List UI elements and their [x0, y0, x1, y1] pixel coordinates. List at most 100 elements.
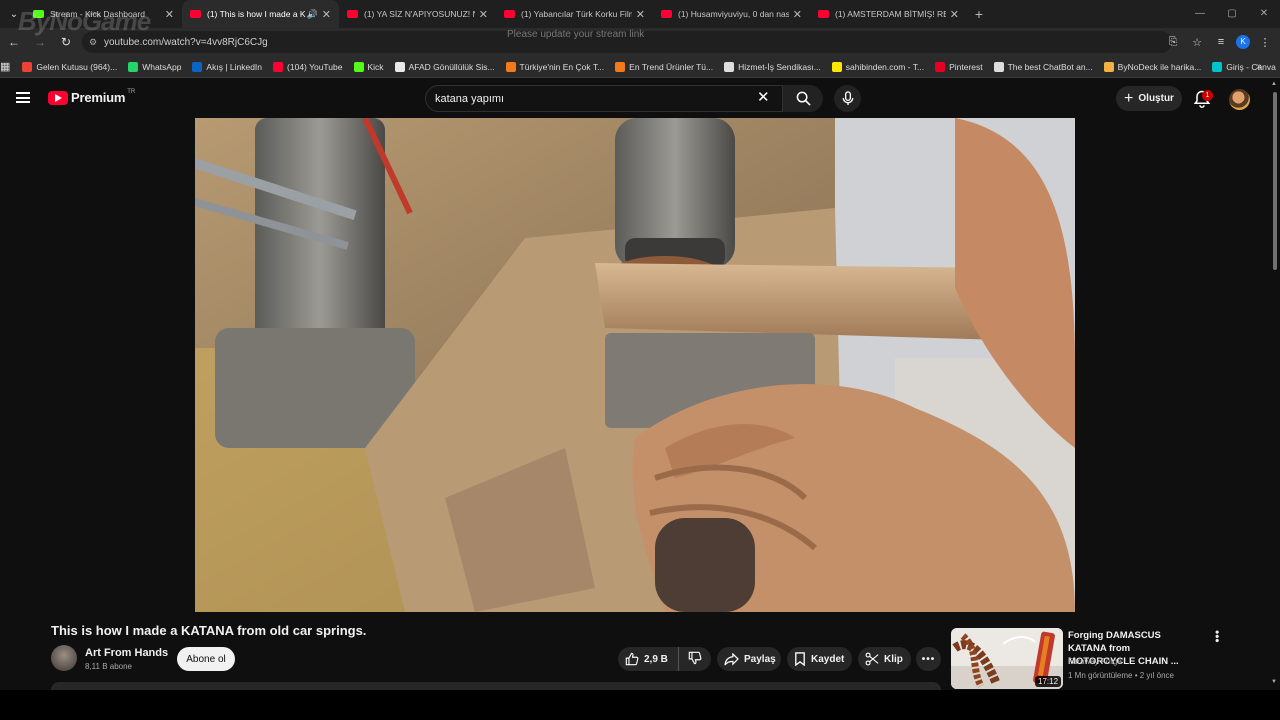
create-button[interactable]: + Oluştur [1116, 86, 1182, 111]
account-avatar[interactable] [1229, 89, 1250, 110]
bookmark-star-icon[interactable]: ☆ [1188, 36, 1206, 49]
search-input[interactable]: katana yapımı [425, 85, 783, 112]
close-tab-icon[interactable]: ✕ [479, 8, 488, 21]
voice-search-button[interactable] [834, 85, 861, 112]
bookmark-item[interactable]: Türkiye'nin En Çok T... [505, 61, 605, 72]
bookmark-label: Akış | LinkedIn [206, 61, 263, 72]
bookmark-favicon-icon [935, 61, 946, 72]
dislike-button[interactable] [679, 651, 702, 668]
site-info-icon[interactable]: ⚙ [89, 37, 97, 48]
speaker-icon[interactable]: 🔊 [307, 9, 318, 20]
brand-label: Premium [71, 90, 126, 105]
new-tab-button[interactable]: + [967, 6, 991, 22]
share-label: Paylaş [744, 653, 776, 665]
bookmark-item[interactable]: Akış | LinkedIn [192, 61, 263, 72]
bookmark-item[interactable]: The best ChatBot an... [993, 61, 1093, 72]
bookmark-label: Türkiye'nin En Çok T... [519, 61, 605, 72]
recommended-channel[interactable]: Faraway Forge [1068, 657, 1122, 666]
url-field[interactable]: ⚙ youtube.com/watch?v=4vv8RjC6CJg Please… [82, 29, 1172, 53]
maximize-icon[interactable]: ▢ [1216, 0, 1248, 28]
recommended-meta: 1 Mn görüntüleme • 2 yıl önce [1068, 671, 1174, 680]
browser-tab[interactable]: (1) Yabancılar Türk Korku Filmle ✕ [496, 0, 653, 28]
browser-tab[interactable]: (1) Husamviyuviyu, 0 dan nası b ✕ [653, 0, 810, 28]
taskbar-strip [0, 690, 1280, 720]
bookmark-item[interactable]: Pinterest [935, 61, 983, 72]
bookmark-favicon-icon [505, 61, 516, 72]
profile-avatar-icon[interactable]: K [1236, 35, 1250, 49]
close-tab-icon[interactable]: ✕ [636, 8, 645, 21]
browser-tab[interactable]: (1) AMSTERDAM BİTMİŞ! RED L ✕ [810, 0, 967, 28]
clear-search-icon[interactable]: ✕ [757, 90, 770, 105]
bookmark-item[interactable]: AFAD Gönüllülük Sis... [394, 61, 495, 72]
minimize-icon[interactable]: — [1184, 0, 1216, 28]
bookmark-label: En Trend Ürünler Tü... [629, 61, 714, 72]
description-box[interactable] [51, 682, 941, 690]
more-horizontal-icon: ••• [921, 653, 936, 665]
scissors-icon [865, 652, 879, 666]
bookmark-label: Pinterest [949, 61, 983, 72]
notification-count-badge: 1 [1202, 90, 1213, 101]
tab-title: (1) Yabancılar Türk Korku Filmle [521, 9, 632, 19]
share-button[interactable]: Paylaş [717, 647, 781, 671]
bookmark-label: Gelen Kutusu (964)... [36, 61, 118, 72]
channel-name[interactable]: Art From Hands [85, 647, 168, 659]
more-bookmarks-icon[interactable]: » [1256, 61, 1262, 72]
more-actions-button[interactable]: ••• [916, 647, 941, 671]
create-label: Oluştur [1138, 93, 1174, 104]
browser-menu-icon[interactable]: ⋮ [1256, 36, 1274, 49]
close-tab-icon[interactable]: ✕ [165, 8, 174, 21]
channel-avatar[interactable] [51, 645, 77, 671]
bookmark-icon [795, 652, 805, 666]
youtube-header: Premium TR katana yapımı ✕ + Oluştur [0, 78, 1280, 118]
youtube-favicon-icon [818, 10, 829, 18]
bookmark-label: Giriş - Canva [1226, 61, 1276, 72]
youtube-favicon-icon [504, 10, 515, 18]
bookmark-item[interactable]: ByNoDeck ile harika... [1103, 61, 1201, 72]
bookmark-item[interactable]: sahibinden.com - T... [831, 61, 924, 72]
reading-list-icon[interactable]: ≡ [1212, 36, 1230, 48]
close-window-icon[interactable]: ✕ [1248, 0, 1280, 28]
browser-tab[interactable]: (1) YA SİZ N'APIYOSUNUZ! NET ✕ [339, 0, 496, 28]
scroll-down-arrow-icon[interactable]: ▼ [1271, 679, 1277, 685]
bookmark-item[interactable]: WhatsApp [128, 61, 181, 72]
install-app-icon[interactable]: ⎘ [1164, 36, 1182, 49]
tab-list: Stream - Kick Dashboard ✕ (1) This is how … [25, 0, 967, 28]
subscribe-button[interactable]: Abone ol [177, 647, 235, 671]
scroll-up-arrow-icon[interactable]: ▲ [1271, 81, 1277, 87]
search-icon [796, 91, 811, 106]
page-scrollbar[interactable] [1270, 78, 1280, 690]
bookmark-item[interactable]: Giriş - Canva [1212, 61, 1276, 72]
bookmark-item[interactable]: (104) YouTube [273, 61, 343, 72]
youtube-logo[interactable]: Premium TR [48, 88, 136, 105]
address-bar-row: ← → ↻ ⚙ youtube.com/watch?v=4vv8RjC6CJg … [0, 28, 1280, 56]
browser-tab[interactable]: (1) This is how I made a KAT🔊 ✕ [182, 0, 339, 28]
save-button[interactable]: Kaydet [787, 647, 852, 671]
close-tab-icon[interactable]: ✕ [950, 8, 959, 21]
hamburger-menu-icon[interactable] [16, 92, 30, 103]
clip-label: Klip [884, 653, 903, 665]
bookmark-label: AFAD Gönüllülük Sis... [408, 61, 495, 72]
search-button[interactable] [783, 85, 823, 112]
bookmark-item[interactable]: Hizmet-İş Sendikası... [724, 61, 821, 72]
bookmark-favicon-icon [1103, 61, 1114, 72]
video-player[interactable] [195, 118, 1075, 612]
like-button[interactable]: 2,9 B [618, 647, 679, 671]
recommended-menu-icon[interactable]: ••• [1210, 630, 1224, 643]
youtube-favicon-icon [190, 10, 201, 18]
thumbs-down-icon [688, 651, 702, 664]
browser-window: ⌄ Stream - Kick Dashboard ✕ (1) This is ho… [0, 0, 1280, 720]
close-tab-icon[interactable]: ✕ [322, 8, 331, 21]
clip-button[interactable]: Klip [858, 647, 911, 671]
microphone-icon [842, 91, 853, 106]
bookmark-item[interactable]: En Trend Ürünler Tü... [615, 61, 714, 72]
apps-grid-icon[interactable]: ▦ [0, 60, 10, 73]
bookmark-item[interactable]: Gelen Kutusu (964)... [22, 61, 118, 72]
close-tab-icon[interactable]: ✕ [793, 8, 802, 21]
bookmark-label: (104) YouTube [287, 61, 343, 72]
tab-title: (1) This is how I made a KAT [207, 9, 305, 19]
bookmark-list: Gelen Kutusu (964)... WhatsApp Akış | Link… [10, 61, 1280, 72]
scrollbar-thumb[interactable] [1273, 92, 1277, 270]
like-count: 2,9 B [644, 653, 668, 665]
bookmark-item[interactable]: Kick [353, 61, 384, 72]
region-label: TR [127, 88, 136, 95]
